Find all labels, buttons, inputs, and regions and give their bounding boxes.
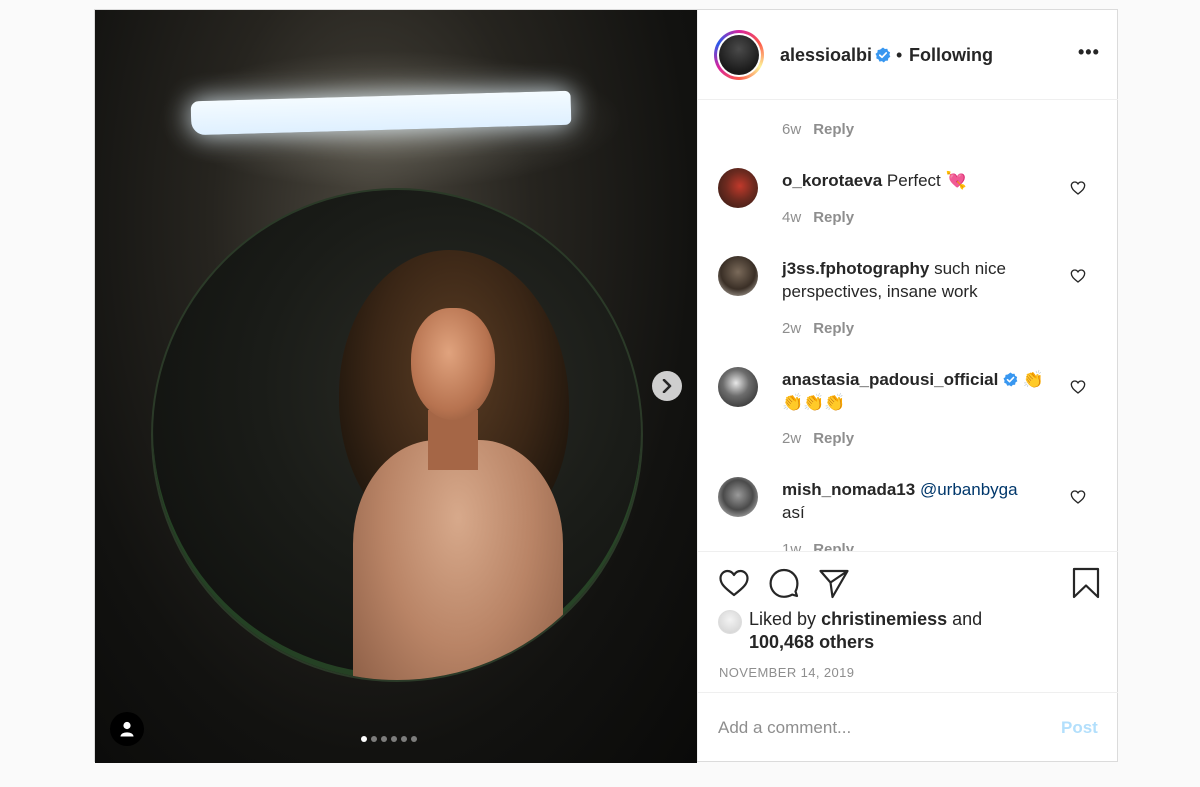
- photo-subject-shirt: [353, 440, 563, 680]
- heart-icon[interactable]: [1070, 180, 1086, 196]
- reply-button[interactable]: Reply: [813, 121, 854, 138]
- heart-icon[interactable]: [1070, 379, 1086, 395]
- comment-body: anastasia_padousi_official 👏👏👏👏: [782, 368, 1057, 414]
- reply-button[interactable]: Reply: [813, 541, 854, 551]
- comment-username[interactable]: j3ss.fphotography: [782, 259, 929, 278]
- carousel-dot: [411, 736, 417, 742]
- reply-button[interactable]: Reply: [813, 430, 854, 447]
- liker-username[interactable]: christinemiess: [821, 609, 947, 629]
- comment-username[interactable]: mish_nomada13: [782, 480, 915, 499]
- comment-body: mish_nomada13 @urbanbyga así: [782, 478, 1057, 524]
- post-comment-button[interactable]: Post: [1061, 718, 1098, 738]
- user-tag-button[interactable]: [110, 712, 144, 746]
- comment-body: j3ss.fphotography such nice perspectives…: [782, 257, 1057, 303]
- photo-mirror: [151, 188, 643, 682]
- post-media[interactable]: [95, 10, 697, 763]
- post-date: NOVEMBER 14, 2019: [719, 665, 855, 680]
- carousel-dot: [381, 736, 387, 742]
- comment-text: así: [782, 503, 805, 522]
- heart-icon[interactable]: [1070, 268, 1086, 284]
- comment-meta: 1w Reply: [782, 541, 854, 551]
- carousel-dot: [401, 736, 407, 742]
- header-separator: •: [896, 45, 903, 65]
- chevron-right-icon: [662, 379, 672, 393]
- comment-avatar[interactable]: [718, 367, 758, 407]
- carousel-next-button[interactable]: [652, 371, 682, 401]
- post-actions: Liked by christinemiess and 100,468 othe…: [698, 551, 1118, 692]
- comment-time: 2w: [782, 320, 802, 337]
- likes-prefix: Liked by: [749, 609, 817, 629]
- reply-button[interactable]: Reply: [813, 320, 854, 337]
- comment-username[interactable]: o_korotaeva: [782, 171, 882, 190]
- comment-body: o_korotaeva Perfect 💘: [782, 169, 1057, 192]
- verified-icon: [1003, 372, 1018, 387]
- reply-button[interactable]: Reply: [813, 209, 854, 226]
- heart-icon[interactable]: [1070, 489, 1086, 505]
- user-tag-icon: [120, 721, 134, 737]
- likes-conj: and: [952, 609, 983, 629]
- comment-meta: 4w Reply: [782, 209, 854, 226]
- comment-avatar[interactable]: [718, 256, 758, 296]
- comment-input[interactable]: [718, 715, 1038, 741]
- comment-time: 6w: [782, 121, 802, 138]
- likes-text: Liked by christinemiess and 100,468 othe…: [749, 608, 1049, 654]
- comment-icon[interactable]: [768, 567, 800, 599]
- likes-count[interactable]: 100,468 others: [749, 632, 874, 652]
- post-header: alessioalbi • Following •••: [698, 10, 1118, 100]
- comment-meta: 2w Reply: [782, 320, 854, 337]
- carousel-indicator: [361, 736, 417, 742]
- carousel-dot: [361, 736, 367, 742]
- post-card: alessioalbi • Following ••• 6w Reply o_ko…: [94, 9, 1118, 763]
- comment-time: 1w: [782, 541, 802, 551]
- author-username[interactable]: alessioalbi: [780, 45, 872, 66]
- share-icon[interactable]: [818, 567, 850, 599]
- comment-text: Perfect 💘: [886, 171, 967, 190]
- comment-meta: 2w Reply: [782, 430, 854, 447]
- bookmark-icon[interactable]: [1070, 567, 1102, 599]
- add-comment-bar: Post: [698, 692, 1118, 761]
- comment-time: 4w: [782, 209, 802, 226]
- comment-avatar[interactable]: [718, 168, 758, 208]
- comment-meta: 6w Reply: [782, 121, 854, 138]
- carousel-dot: [371, 736, 377, 742]
- comment-avatar[interactable]: [718, 477, 758, 517]
- more-icon[interactable]: •••: [1078, 42, 1100, 63]
- comment-time: 2w: [782, 430, 802, 447]
- comments-list[interactable]: 6w Reply o_korotaeva Perfect 💘 4w Reply j3…: [698, 101, 1118, 551]
- heart-icon[interactable]: [718, 567, 750, 599]
- liker-avatar[interactable]: [718, 610, 742, 634]
- comment-username[interactable]: anastasia_padousi_official: [782, 370, 998, 389]
- carousel-dot: [391, 736, 397, 742]
- photo-subject-face: [411, 308, 495, 420]
- following-button[interactable]: Following: [909, 45, 993, 66]
- comment-mention[interactable]: @urbanbyga: [920, 480, 1018, 499]
- author-avatar[interactable]: [714, 30, 764, 80]
- post-sidebar: alessioalbi • Following ••• 6w Reply o_ko…: [697, 10, 1118, 761]
- verified-icon: [875, 47, 891, 63]
